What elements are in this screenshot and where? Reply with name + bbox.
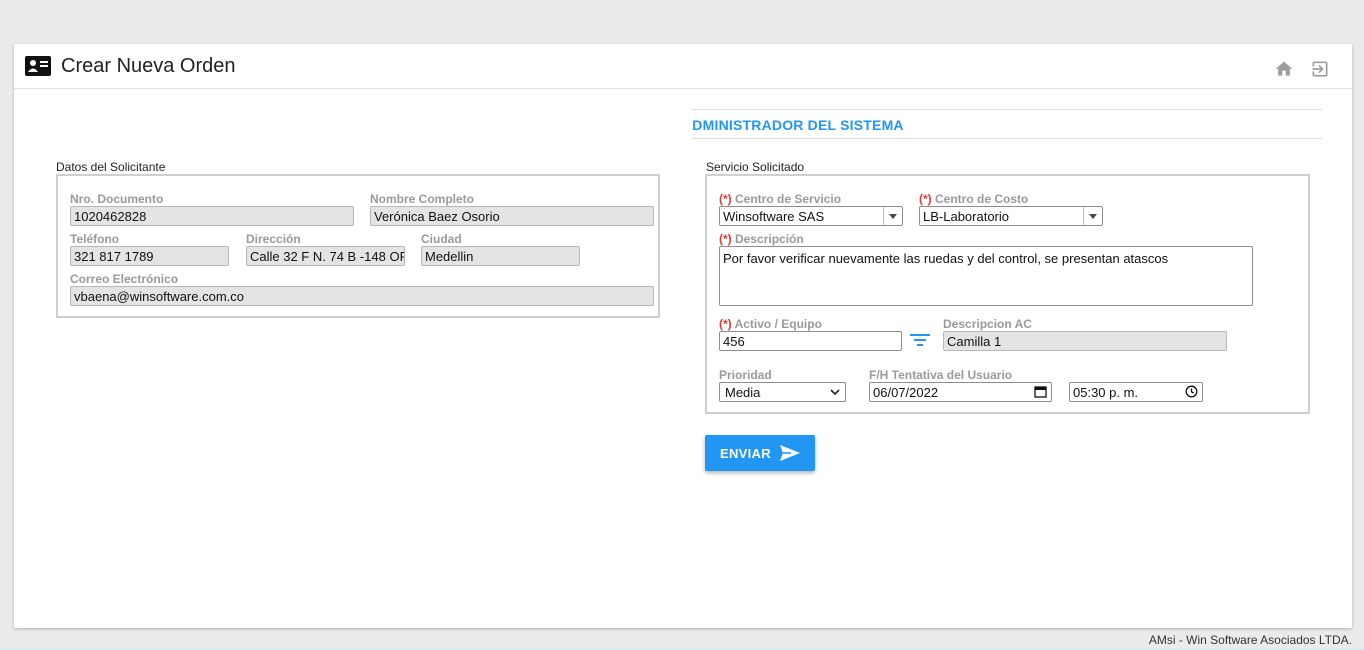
- servicio-fieldset: (*) Centro de Servicio Winsoftware SAS (…: [705, 174, 1310, 414]
- solicitante-fieldset: Nro. Documento 1020462828 Nombre Complet…: [56, 174, 660, 318]
- prioridad-value: Media: [725, 385, 761, 400]
- correo-label: Correo Electrónico: [70, 272, 179, 286]
- card-header: Crear Nueva Orden: [14, 44, 1352, 89]
- activo-label-text: Activo / Equipo: [734, 317, 822, 331]
- descripcion-ac-label: Descripcion AC: [943, 317, 1032, 331]
- centro-servicio-select[interactable]: Winsoftware SAS: [719, 206, 903, 226]
- required-mark: (*): [719, 317, 732, 331]
- servicio-section-label: Servicio Solicitado: [706, 160, 805, 174]
- ciudad-label: Ciudad: [421, 232, 462, 246]
- correo-field: vbaena@winsoftware.com.co: [70, 286, 654, 306]
- activo-input[interactable]: 456: [719, 331, 902, 351]
- centro-costo-select[interactable]: LB-Laboratorio: [919, 206, 1103, 226]
- filter-icon[interactable]: [909, 331, 931, 349]
- descripcion-ac-field: Camilla 1: [943, 331, 1227, 351]
- caret-down-icon[interactable]: [1083, 207, 1102, 225]
- hora-input[interactable]: 05:30 p. m.: [1069, 382, 1203, 402]
- exit-icon[interactable]: [1310, 59, 1330, 79]
- ciudad-field: Medellin: [421, 246, 580, 266]
- nombre-completo-label: Nombre Completo: [370, 192, 475, 206]
- telefono-label: Teléfono: [70, 232, 120, 246]
- fecha-value: 06/07/2022: [873, 385, 939, 400]
- nro-documento-label: Nro. Documento: [70, 192, 164, 206]
- main-card: Crear Nueva Orden ADMINISTRADOR DEL SIST…: [14, 44, 1352, 628]
- nombre-completo-field: Verónica Baez Osorio: [370, 206, 654, 226]
- chevron-down-icon[interactable]: [829, 386, 841, 398]
- prioridad-select[interactable]: Media: [719, 382, 846, 402]
- page-title: Crear Nueva Orden: [61, 55, 236, 77]
- centro-costo-label-text: Centro de Costo: [935, 192, 1029, 206]
- centro-costo-label: (*) Centro de Costo: [919, 192, 1028, 206]
- user-role-text: ADMINISTRADOR DEL SISTEMA: [692, 117, 904, 133]
- footer-text: AMsi - Win Software Asociados LTDA.: [1148, 633, 1352, 647]
- centro-servicio-value: Winsoftware SAS: [723, 209, 825, 224]
- centro-servicio-label: (*) Centro de Servicio: [719, 192, 841, 206]
- prioridad-label: Prioridad: [719, 368, 772, 382]
- descripcion-label: (*) Descripción: [719, 232, 804, 246]
- activo-label: (*) Activo / Equipo: [719, 317, 822, 331]
- caret-down-icon[interactable]: [883, 207, 902, 225]
- user-role-banner: ADMINISTRADOR DEL SISTEMA: [692, 109, 1322, 139]
- direccion-field: Calle 32 F N. 74 B -148 OF: [246, 246, 405, 266]
- direccion-label: Dirección: [246, 232, 301, 246]
- clock-icon[interactable]: [1185, 385, 1198, 398]
- required-mark: (*): [719, 192, 732, 206]
- centro-costo-value: LB-Laboratorio: [923, 209, 1009, 224]
- send-icon: [780, 445, 800, 461]
- nro-documento-field: 1020462828: [70, 206, 354, 226]
- centro-servicio-label-text: Centro de Servicio: [735, 192, 842, 206]
- enviar-button-label: ENVIAR: [720, 446, 771, 461]
- descripcion-label-text: Descripción: [735, 232, 804, 246]
- hora-value: 05:30 p. m.: [1073, 385, 1139, 400]
- solicitante-section-label: Datos del Solicitante: [56, 160, 166, 174]
- required-mark: (*): [719, 232, 732, 246]
- descripcion-textarea[interactable]: Por favor verificar nuevamente las rueda…: [719, 246, 1253, 306]
- enviar-button[interactable]: ENVIAR: [705, 435, 815, 471]
- calendar-icon[interactable]: [1034, 385, 1047, 398]
- home-icon[interactable]: [1274, 59, 1294, 79]
- id-card-icon: [25, 56, 51, 76]
- fecha-input[interactable]: 06/07/2022: [869, 382, 1052, 402]
- telefono-field: 321 817 1789: [70, 246, 229, 266]
- fecha-label: F/H Tentativa del Usuario: [869, 368, 1013, 382]
- required-mark: (*): [919, 192, 932, 206]
